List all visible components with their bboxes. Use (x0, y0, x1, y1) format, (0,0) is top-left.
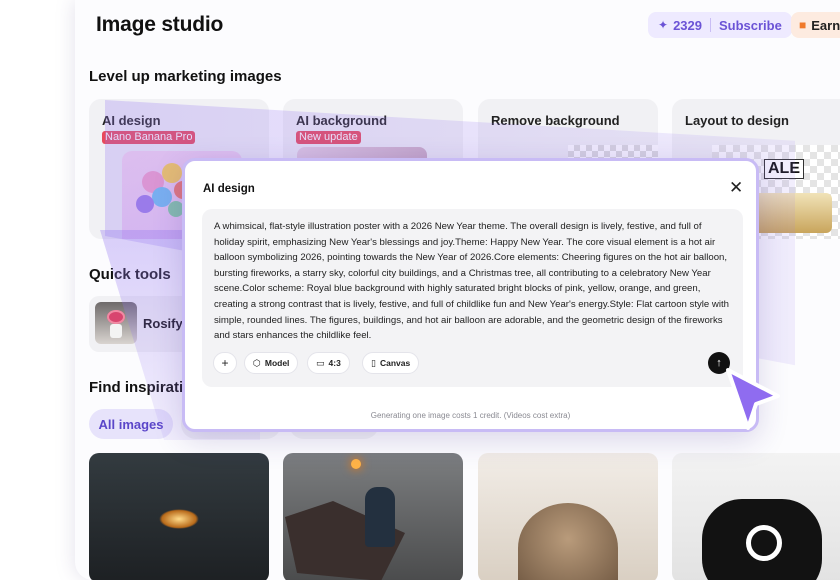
ratio-label: 4:3 (328, 358, 341, 368)
figure (365, 487, 395, 547)
tool-label: Rosify (143, 316, 183, 331)
prompt-text[interactable]: A whimsical, flat-style illustration pos… (214, 219, 729, 344)
divider (709, 18, 711, 32)
aspect-ratio-icon: ▭ (316, 357, 325, 368)
gallery-image[interactable] (672, 453, 840, 580)
model-label: Model (264, 358, 290, 368)
black-shape (702, 499, 822, 580)
staff-spark (351, 459, 361, 469)
canvas-button[interactable]: ▯ Canvas (362, 352, 420, 374)
card-label: AI design (102, 113, 161, 128)
credits-count: 2329 (673, 17, 702, 33)
canvas-label: Canvas (379, 358, 411, 368)
aspect-ratio-button[interactable]: ▭ 4:3 (307, 352, 350, 374)
cube-icon: ⬡ (253, 357, 261, 368)
earn-label: Earn (811, 17, 840, 33)
ai-design-dialog: AI design ✕ A whimsical, flat-style illu… (182, 158, 759, 432)
card-label: Remove background (491, 113, 620, 128)
add-button[interactable]: + (213, 352, 237, 374)
rosify-thumbnail (95, 302, 137, 344)
credit-note: Generating one image costs 1 credit. (Vi… (370, 411, 571, 420)
gallery-image[interactable] (283, 453, 463, 580)
section-heading-quick-tools: Quick tools (89, 266, 171, 283)
arrow-up-icon: ↑ (716, 357, 722, 369)
filter-all-images[interactable]: All images (89, 409, 173, 439)
plus-icon: + (221, 356, 229, 370)
credits-subscribe-pill[interactable]: ✦ 2329 Subscribe (648, 12, 792, 38)
gift-icon: ■ (799, 18, 807, 32)
badge-nano-banana-pro: Nano Banana Pro (102, 131, 196, 144)
gallery-image[interactable] (89, 453, 269, 580)
model-button[interactable]: ⬡ Model (244, 352, 299, 374)
earn-button[interactable]: ■ Earn (791, 12, 840, 38)
badge-new-update: New update (296, 131, 361, 144)
sparkle-icon: ✦ (658, 18, 669, 32)
lamp-glow (159, 509, 199, 529)
canvas-icon: ▯ (371, 357, 376, 368)
prompt-input[interactable]: A whimsical, flat-style illustration pos… (202, 209, 743, 387)
card-label: AI background (296, 113, 388, 128)
page-title: Image studio (96, 13, 224, 36)
close-icon[interactable]: ✕ (729, 179, 743, 196)
pointer-cursor-icon (726, 368, 780, 430)
gallery-image[interactable] (478, 453, 658, 580)
section-heading-marketing: Level up marketing images (89, 68, 282, 85)
cat-image (518, 503, 618, 580)
sale-sign: ALE (764, 159, 804, 179)
dialog-title: AI design (203, 183, 255, 195)
card-label: Layout to design (685, 113, 789, 128)
subscribe-button[interactable]: Subscribe (719, 18, 782, 33)
